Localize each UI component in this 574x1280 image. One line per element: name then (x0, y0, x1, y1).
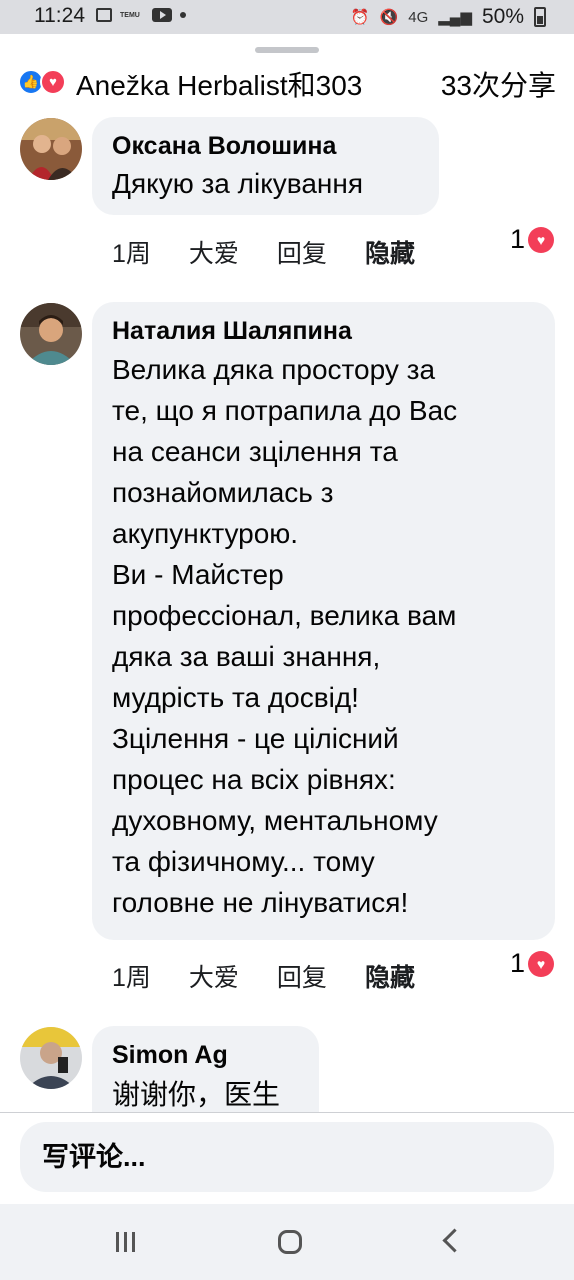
comment-author[interactable]: Оксана Волошина (112, 129, 419, 163)
comment-text: Дякую за лікування (112, 168, 364, 199)
drag-handle[interactable] (255, 47, 319, 53)
love-icon: ♥ (528, 950, 554, 977)
image-icon (96, 8, 112, 22)
react-button[interactable]: 大爱 (189, 234, 239, 270)
notification-icons: TEMU (96, 8, 186, 22)
comment-bubble[interactable]: Наталия Шаляпина Велика дяка простору за… (92, 302, 555, 940)
status-time: 11:24 (34, 4, 85, 27)
status-bar: 11:24 TEMU ⏰ 🔇 4G ▂▄▆ 50% (0, 0, 574, 34)
comment-line: на сеанси зцілення та (112, 436, 398, 467)
network-label: 4G (408, 8, 429, 26)
battery-level: 50% (481, 5, 524, 28)
comment-line: Велика дяка простору за (112, 354, 436, 385)
comment-text: Велика дяка простору за те, що я потрапи… (112, 349, 535, 923)
avatar[interactable] (20, 118, 82, 180)
system-icons: ⏰ 🔇 4G ▂▄▆ 50% (351, 5, 546, 29)
comment-time: 1周 (112, 964, 151, 992)
comment-bubble[interactable]: Оксана Волошина Дякую за лікування (92, 117, 439, 215)
youtube-icon (152, 8, 172, 22)
recent-apps-icon[interactable] (116, 1232, 135, 1252)
comment-actions: 1周 大爱 回复 隐藏 (112, 958, 453, 994)
comment-line: те, що я потрапила до Вас (112, 395, 458, 426)
reaction-icons: 👍 ♥ (18, 69, 70, 95)
comment-line: духовному, ментальному (112, 805, 438, 836)
reaction-summary[interactable]: 👍 ♥ Anežka Herbalist和303 33次分享 (16, 62, 556, 102)
comment-actions: 1周 大爱 回复 隐藏 (112, 234, 453, 270)
hide-button[interactable]: 隐藏 (365, 234, 415, 270)
system-nav-bar (0, 1204, 574, 1280)
comment-reaction-count[interactable]: 1 ♥ (510, 224, 554, 255)
comment-time: 1周 (112, 240, 151, 268)
comment-text: 谢谢你，医生 (112, 1079, 281, 1110)
comment-line: познайомилась з (112, 477, 334, 508)
shares-count[interactable]: 33次分享 (441, 64, 556, 104)
comment-author[interactable]: Наталия Шаляпина (112, 314, 535, 348)
react-button[interactable]: 大爱 (189, 958, 239, 994)
love-icon: ♥ (40, 69, 66, 95)
hide-button[interactable]: 隐藏 (365, 958, 415, 994)
dot-icon (180, 12, 186, 18)
alarm-icon: ⏰ (350, 9, 370, 26)
signal-icon: ▂▄▆ (438, 9, 472, 26)
mute-icon: 🔇 (379, 9, 399, 26)
comment-bubble[interactable]: Simon Ag 谢谢你，医生 (92, 1026, 319, 1112)
comment-line: акупунктурою. (112, 518, 299, 549)
like-count: 1 (509, 224, 525, 254)
love-icon: ♥ (528, 226, 554, 253)
comment-line: головне не лінуватися! (112, 887, 409, 918)
reply-button[interactable]: 回复 (277, 234, 327, 270)
back-icon[interactable] (442, 1228, 467, 1253)
home-icon[interactable] (278, 1230, 302, 1254)
comment-line: дяка за ваші знання, (112, 641, 381, 672)
temu-icon: TEMU (120, 11, 140, 19)
comment-author[interactable]: Simon Ag (112, 1038, 299, 1072)
avatar[interactable] (20, 303, 82, 365)
comment-input[interactable]: 写评论... (20, 1122, 554, 1192)
divider (0, 1112, 574, 1113)
comment-line: та фізичному... тому (112, 846, 375, 877)
comment-line: мудрість та досвід! (112, 682, 359, 713)
battery-icon (534, 7, 546, 27)
comment-line: процес на всіх рівнях: (112, 764, 396, 795)
reply-button[interactable]: 回复 (277, 958, 327, 994)
clipped-comment-area: Simon Ag 谢谢你，医生 (0, 1020, 574, 1112)
comment-reaction-count[interactable]: 1 ♥ (510, 948, 554, 979)
comment-line: Ви - Майстер (112, 559, 284, 590)
reactors-label[interactable]: Anežka Herbalist和303 (76, 64, 362, 104)
like-count: 1 (509, 948, 525, 978)
comment-line: профессіонал, велика вам (112, 600, 457, 631)
comment-line: Зцілення - це цілісний (112, 723, 399, 754)
